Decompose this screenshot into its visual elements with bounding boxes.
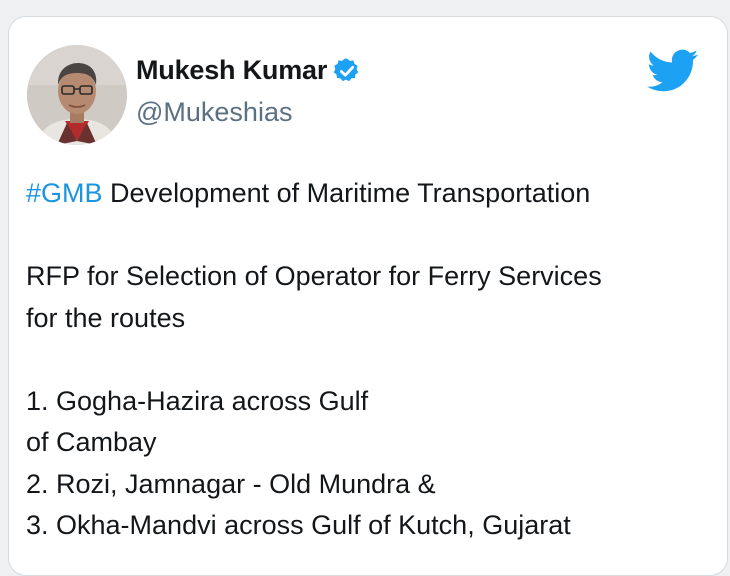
twitter-bird-icon[interactable] bbox=[647, 49, 699, 93]
headline-text: Development of Maritime Transportation bbox=[102, 178, 591, 208]
paragraph-line-2: for the routes bbox=[26, 302, 186, 333]
route-3: 3. Okha-Mandvi across Gulf of Kutch, Guj… bbox=[26, 510, 571, 540]
hashtag-link[interactable]: #GMB bbox=[26, 178, 103, 208]
tweet-headline: #GMB Development of Maritime Transportat… bbox=[26, 173, 716, 215]
author-handle[interactable]: @Mukeshias bbox=[136, 97, 292, 128]
route-1-line-1: 1. Gogha-Hazira across Gulf bbox=[26, 385, 369, 416]
route-1-line-2: of Cambay bbox=[26, 427, 157, 457]
verified-badge-icon bbox=[333, 58, 359, 81]
route-2: 2. Rozi, Jamnagar - Old Mundra & bbox=[26, 468, 436, 499]
tweet-text: #GMB Development of Maritime Transportat… bbox=[26, 173, 716, 547]
author-name-row[interactable]: Mukesh Kumar bbox=[136, 55, 361, 86]
profile-photo-icon bbox=[27, 45, 127, 145]
tweet-card[interactable]: Mukesh Kumar @Mukeshias #GMB Development… bbox=[8, 16, 728, 576]
avatar[interactable] bbox=[27, 45, 127, 145]
author-display-name[interactable]: Mukesh Kumar bbox=[136, 55, 327, 86]
paragraph-line-1: RFP for Selection of Operator for Ferry … bbox=[26, 261, 602, 291]
